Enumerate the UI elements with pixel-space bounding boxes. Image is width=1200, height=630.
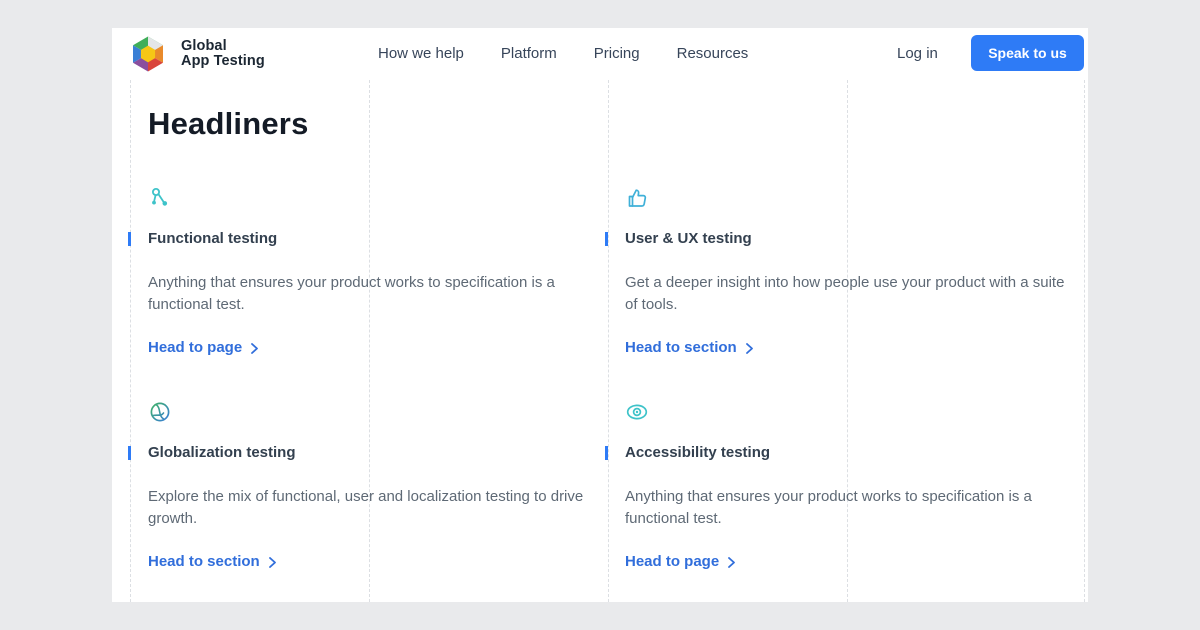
main-nav: How we help Platform Pricing Resources [378, 45, 748, 62]
chevron-right-icon [746, 343, 753, 354]
chevron-right-icon [251, 343, 258, 354]
globe-icon [148, 400, 593, 424]
card-title: Functional testing [148, 231, 593, 247]
brand-logo-icon [128, 34, 168, 74]
card-description: Anything that ensures your product works… [148, 272, 593, 315]
speak-to-us-button[interactable]: Speak to us [971, 35, 1084, 71]
chevron-right-icon [269, 557, 276, 568]
card-title: Globalization testing [148, 445, 593, 461]
page-card: Global App Testing How we help Platform … [112, 28, 1088, 602]
head-to-section-link[interactable]: Head to section [148, 553, 593, 570]
chevron-right-icon [728, 557, 735, 568]
thumbs-up-icon [625, 186, 1070, 210]
head-to-section-link[interactable]: Head to section [625, 339, 1070, 356]
nav-item-resources[interactable]: Resources [677, 45, 749, 62]
grid-line [608, 80, 609, 602]
card-functional-testing: Functional testing Anything that ensures… [148, 186, 593, 356]
route-icon [148, 186, 593, 210]
head-to-page-link[interactable]: Head to page [148, 339, 593, 356]
card-description: Anything that ensures your product works… [625, 486, 1070, 529]
grid-line [130, 80, 131, 602]
brand-logo[interactable]: Global App Testing [128, 34, 265, 74]
page-title: Headliners [148, 106, 309, 142]
card-accessibility-testing: Accessibility testing Anything that ensu… [625, 400, 1070, 570]
brand-name: Global App Testing [181, 39, 265, 69]
card-description: Explore the mix of functional, user and … [148, 486, 593, 529]
nav-item-how-we-help[interactable]: How we help [378, 45, 464, 62]
nav-item-platform[interactable]: Platform [501, 45, 557, 62]
login-link[interactable]: Log in [897, 45, 938, 62]
page-background: { "brand": { "name_line1": "Global", "na… [0, 0, 1200, 630]
card-title: User & UX testing [625, 231, 1070, 247]
nav-item-pricing[interactable]: Pricing [594, 45, 640, 62]
card-description: Get a deeper insight into how people use… [625, 272, 1070, 315]
eye-icon [625, 400, 1070, 424]
head-to-page-link[interactable]: Head to page [625, 553, 1070, 570]
card-user-ux-testing: User & UX testing Get a deeper insight i… [625, 186, 1070, 356]
grid-line [1084, 80, 1085, 602]
card-globalization-testing: Globalization testing Explore the mix of… [148, 400, 593, 570]
card-title: Accessibility testing [625, 445, 1070, 461]
